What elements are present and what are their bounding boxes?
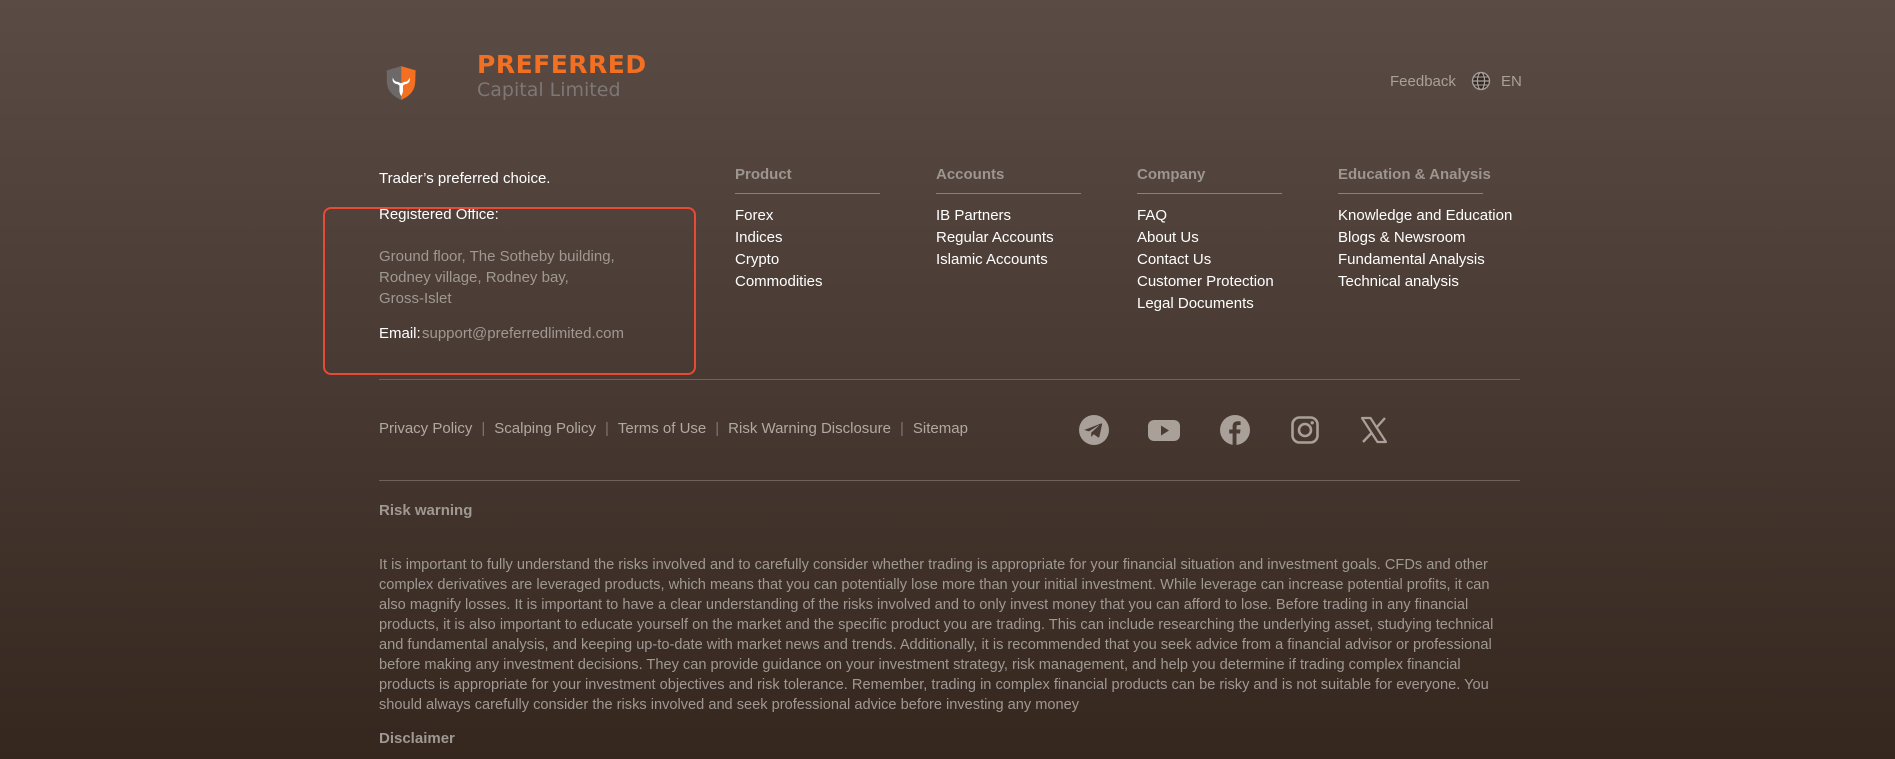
facebook-icon[interactable] [1219, 414, 1251, 446]
footer-column-company: FAQ About Us Contact Us Customer Protect… [1137, 205, 1274, 315]
footer-column-title-company: Company [1137, 166, 1206, 183]
highlight-box [323, 207, 696, 375]
footer-link-islamic-accounts[interactable]: Islamic Accounts [936, 249, 1054, 271]
column-divider [936, 193, 1081, 194]
footer-link-forex[interactable]: Forex [735, 205, 823, 227]
instagram-icon[interactable] [1289, 414, 1321, 446]
column-divider [1137, 193, 1282, 194]
privacy-policy-link[interactable]: Privacy Policy [379, 420, 472, 437]
footer-column-title-accounts: Accounts [936, 166, 1005, 183]
footer-column-title-product: Product [735, 166, 792, 183]
footer-link-ib-partners[interactable]: IB Partners [936, 205, 1054, 227]
column-divider [735, 193, 880, 194]
footer-link-about-us[interactable]: About Us [1137, 227, 1274, 249]
language-selector[interactable]: EN [1501, 73, 1522, 90]
footer-link-knowledge[interactable]: Knowledge and Education [1338, 205, 1512, 227]
risk-warning-text: It is important to fully understand the … [379, 557, 1494, 713]
link-separator: | [604, 420, 609, 437]
footer-link-legal-documents[interactable]: Legal Documents [1137, 293, 1274, 315]
footer-divider [379, 379, 1520, 380]
footer-link-regular-accounts[interactable]: Regular Accounts [936, 227, 1054, 249]
footer-link-customer-protection[interactable]: Customer Protection [1137, 271, 1274, 293]
footer-link-commodities[interactable]: Commodities [735, 271, 823, 293]
footer-column-product: Forex Indices Crypto Commodities [735, 205, 823, 293]
brand-name: PREFERRED [477, 50, 647, 79]
brand-logo[interactable] [385, 34, 475, 132]
telegram-icon[interactable] [1078, 414, 1110, 446]
footer-link-contact-us[interactable]: Contact Us [1137, 249, 1274, 271]
disclaimer-title: Disclaimer [379, 730, 455, 747]
youtube-icon[interactable] [1147, 414, 1181, 446]
footer-divider [379, 480, 1520, 481]
link-separator: | [481, 420, 486, 437]
risk-warning-link[interactable]: Risk Warning Disclosure [728, 420, 891, 437]
column-divider [1338, 193, 1483, 194]
footer-link-technical-analysis[interactable]: Technical analysis [1338, 271, 1512, 293]
tagline: Trader’s preferred choice. [379, 170, 551, 187]
globe-icon[interactable] [1471, 71, 1491, 91]
risk-warning-title: Risk warning [379, 502, 473, 519]
policy-links: Privacy Policy | Scalping Policy | Terms… [379, 420, 968, 437]
footer-link-blogs[interactable]: Blogs & Newsroom [1338, 227, 1512, 249]
link-separator: | [715, 420, 720, 437]
terms-of-use-link[interactable]: Terms of Use [618, 420, 706, 437]
footer-column-education: Knowledge and Education Blogs & Newsroom… [1338, 205, 1512, 293]
scalping-policy-link[interactable]: Scalping Policy [494, 420, 596, 437]
x-icon[interactable] [1358, 414, 1390, 446]
footer-link-indices[interactable]: Indices [735, 227, 823, 249]
footer-column-title-education: Education & Analysis [1338, 166, 1491, 183]
sitemap-link[interactable]: Sitemap [913, 420, 968, 437]
footer-link-faq[interactable]: FAQ [1137, 205, 1274, 227]
brand-subname: Capital Limited [477, 79, 621, 101]
footer-column-accounts: IB Partners Regular Accounts Islamic Acc… [936, 205, 1054, 271]
link-separator: | [899, 420, 904, 437]
footer-link-fundamental-analysis[interactable]: Fundamental Analysis [1338, 249, 1512, 271]
footer-link-crypto[interactable]: Crypto [735, 249, 823, 271]
feedback-link[interactable]: Feedback [1390, 73, 1456, 90]
